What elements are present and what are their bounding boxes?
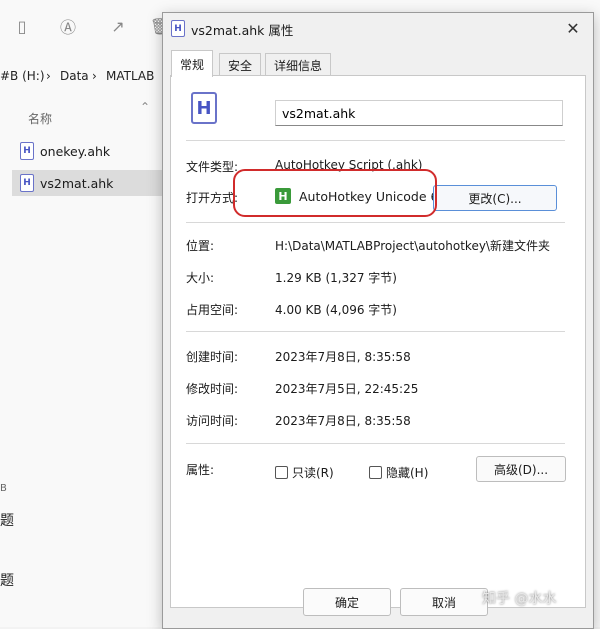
accessed-label: 访问时间:	[186, 414, 239, 428]
sidebar-fragment: B	[0, 483, 7, 494]
highlight-annotation	[233, 169, 437, 217]
change-button[interactable]: 更改(C)...	[433, 185, 557, 211]
modified-value: 2023年7月5日, 22:45:25	[275, 382, 419, 396]
checkbox-box[interactable]	[369, 466, 382, 479]
column-header[interactable]: 名称 ⌃	[0, 100, 170, 130]
chevron-right-icon: ›	[92, 69, 97, 83]
file-type-label: 文件类型:	[186, 160, 239, 174]
share-icon[interactable]: ↗	[104, 12, 132, 40]
readonly-label: 只读(R)	[292, 466, 334, 480]
size-value: 1.29 KB (1,327 字节)	[275, 271, 397, 285]
size-label: 大小:	[186, 271, 215, 285]
sidebar-fragment: 题	[0, 513, 14, 529]
ahk-file-icon: H	[171, 20, 185, 37]
cancel-button[interactable]: 取消	[400, 588, 488, 616]
chevron-right-icon: ›	[46, 69, 51, 83]
file-name: vs2mat.ahk	[40, 175, 114, 191]
properties-dialog: H vs2mat.ahk 属性 ✕ 常规 安全 详细信息 H 文件类型: Aut…	[162, 12, 594, 629]
tab-general[interactable]: 常规	[171, 50, 214, 77]
close-icon: ✕	[566, 18, 580, 38]
location-label: 位置:	[186, 239, 215, 253]
disk-size-label: 占用空间:	[186, 303, 239, 317]
title-bar[interactable]: H vs2mat.ahk 属性 ✕	[163, 13, 593, 43]
sidebar-fragment: 题	[0, 573, 14, 589]
dialog-title: vs2mat.ahk 属性	[191, 23, 294, 38]
divider	[186, 222, 565, 223]
ahk-file-icon: H	[20, 174, 34, 192]
paste-icon[interactable]: ▯	[8, 12, 36, 40]
breadcrumb: #B (H:) › Data › MATLAB	[0, 62, 170, 92]
tab-details[interactable]: 详细信息	[265, 53, 332, 76]
breadcrumb-drive[interactable]: #B (H:)	[0, 69, 45, 83]
breadcrumb-matlab[interactable]: MATLAB	[106, 69, 154, 83]
modified-label: 修改时间:	[186, 382, 239, 396]
location-value: H:\Data\MATLABProject\autohotkey\新建文件夹	[275, 239, 550, 253]
divider	[186, 140, 565, 141]
file-row-vs2mat[interactable]: H vs2mat.ahk	[12, 170, 162, 196]
watermark: 知乎 @水水	[482, 591, 557, 607]
checkbox-box[interactable]	[275, 466, 288, 479]
file-name-field[interactable]	[275, 100, 563, 126]
column-name-label: 名称	[28, 112, 53, 126]
file-name: onekey.ahk	[40, 143, 111, 159]
accessed-value: 2023年7月8日, 8:35:58	[275, 414, 411, 428]
created-label: 创建时间:	[186, 350, 239, 364]
advanced-button[interactable]: 高级(D)...	[476, 456, 566, 482]
tab-security[interactable]: 安全	[219, 53, 262, 76]
ahk-file-icon: H	[20, 142, 34, 160]
readonly-checkbox[interactable]: 只读(R)	[275, 464, 334, 481]
open-with-label: 打开方式:	[186, 191, 239, 205]
divider	[186, 331, 565, 332]
close-button[interactable]: ✕	[561, 17, 585, 39]
rename-icon[interactable]: Ⓐ	[54, 12, 82, 40]
created-value: 2023年7月8日, 8:35:58	[275, 350, 411, 364]
general-tab-panel: H 文件类型: AutoHotkey Script (.ahk) 打开方式: H…	[170, 75, 586, 608]
sort-up-icon: ⌃	[140, 100, 151, 114]
ahk-file-icon: H	[191, 92, 217, 124]
attributes-label: 属性:	[186, 463, 215, 477]
file-row-onekey[interactable]: H onekey.ahk	[12, 138, 162, 164]
disk-size-value: 4.00 KB (4,096 字节)	[275, 303, 397, 317]
hidden-label: 隐藏(H)	[386, 466, 429, 480]
divider	[186, 443, 565, 444]
ok-button[interactable]: 确定	[303, 588, 391, 616]
breadcrumb-data[interactable]: Data	[60, 69, 89, 83]
hidden-checkbox[interactable]: 隐藏(H)	[369, 464, 428, 481]
